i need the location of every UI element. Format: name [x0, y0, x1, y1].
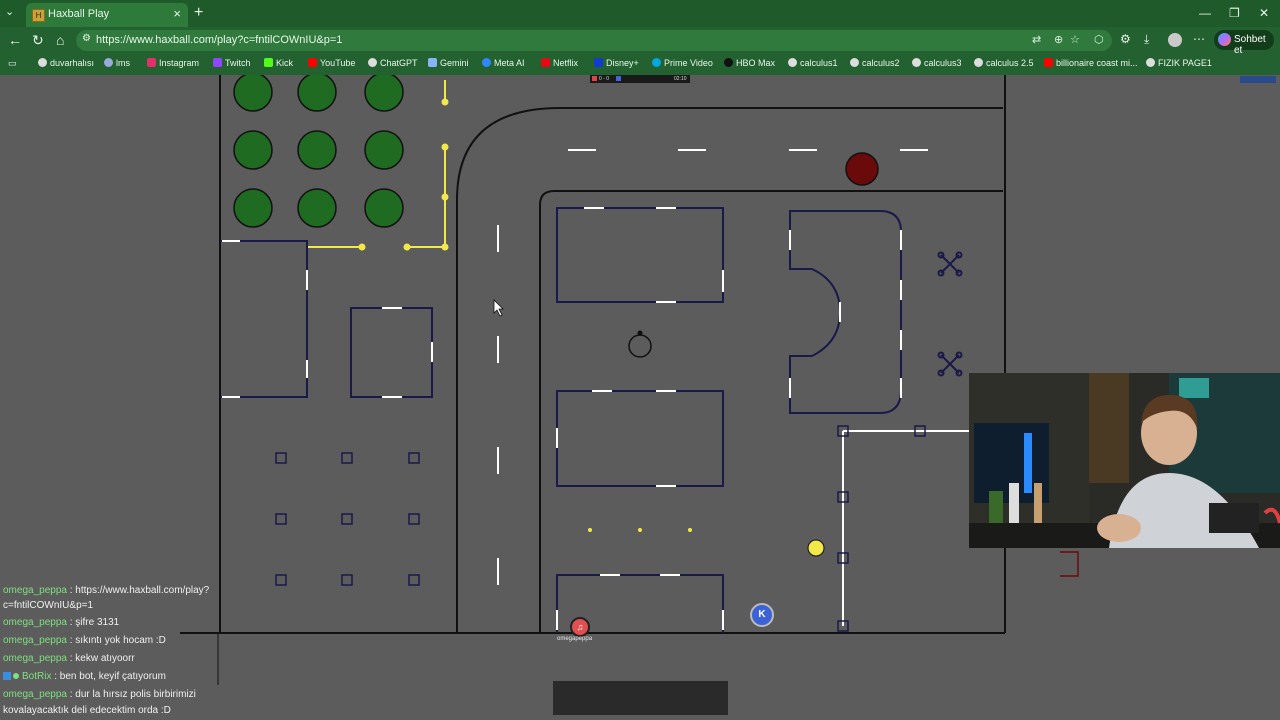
- webcam-overlay: [969, 373, 1280, 548]
- bookmark-calculus2[interactable]: calculus2: [850, 58, 900, 68]
- url-text: https://www.haxball.com/play?c=fntilCOWn…: [96, 34, 343, 46]
- site-info-icon[interactable]: ⚙: [82, 33, 91, 44]
- chat-message: BotRix : ben bot, keyif çatıyorum: [3, 669, 166, 686]
- chat-message: omega_peppa : sıkıntı yok hocam :D: [3, 635, 166, 646]
- tab-list-chevron-icon[interactable]: ⌄: [5, 5, 14, 18]
- bookmark-meta-ai[interactable]: Meta AI: [482, 58, 525, 68]
- time-text: 02:10: [674, 76, 687, 82]
- blue-player-disc: K: [750, 603, 774, 627]
- bookmark-chatgpt[interactable]: ChatGPT: [368, 58, 418, 68]
- avatar[interactable]: [1168, 33, 1182, 47]
- bookmark-calculus3[interactable]: calculus3: [912, 58, 962, 68]
- extensions-icon[interactable]: ⬡: [1094, 33, 1104, 46]
- minimize-icon[interactable]: —: [1199, 6, 1211, 20]
- reading-list-icon[interactable]: ▭: [8, 58, 17, 69]
- settings-icon[interactable]: ⚙: [1120, 32, 1131, 46]
- chat-button[interactable]: Sohbet et: [1214, 30, 1274, 56]
- bookmark-kick[interactable]: Kick: [264, 58, 293, 68]
- menu-button[interactable]: [1240, 76, 1276, 83]
- bookmark-hbo-max[interactable]: HBO Max: [724, 58, 775, 68]
- zoom-icon[interactable]: ⊕: [1054, 33, 1063, 46]
- tab-haxball[interactable]: H Haxball Play ×: [26, 3, 188, 27]
- chat-message: kovalayacaktık deli edecektim orda :D: [3, 705, 171, 716]
- bookmark-billionaire-coast[interactable]: billionaire coast mi...: [1044, 58, 1138, 68]
- bot-badge-icon: [3, 672, 11, 680]
- bookmark-gemini[interactable]: Gemini: [428, 58, 469, 68]
- copilot-icon: [1218, 33, 1231, 46]
- haxball-icon: H: [32, 9, 45, 22]
- bookmark-youtube[interactable]: YouTube: [308, 58, 355, 68]
- new-tab-icon[interactable]: +: [194, 4, 203, 22]
- bookmark-prime-video[interactable]: Prime Video: [652, 58, 713, 68]
- close-tab-icon[interactable]: ×: [173, 6, 181, 21]
- bookmarks-bar: ▭ duvarhalısı lms Instagram Twitch Kick …: [0, 54, 1280, 75]
- tree-icons: [233, 75, 404, 228]
- back-icon[interactable]: ←: [8, 32, 22, 48]
- bookmark-calculus1[interactable]: calculus1: [788, 58, 838, 68]
- red-player-disc: ♫: [570, 617, 590, 637]
- scoreboard: 0 - 0 02:10: [590, 75, 690, 83]
- navigation-bar: ← ↻ ⌂ ⚙ https://www.haxball.com/play?c=f…: [0, 27, 1280, 56]
- tab-title: Haxball Play: [48, 8, 110, 20]
- bookmark-instagram[interactable]: Instagram: [147, 58, 199, 68]
- chat-message: omega_peppa : kekw atıyoorr: [3, 653, 135, 664]
- bookmark-fizik-page1[interactable]: FIZIK PAGE1: [1146, 58, 1212, 68]
- download-icon[interactable]: ⤓: [1144, 32, 1149, 47]
- red-ball: [845, 152, 879, 186]
- bookmark-duvarhalisi[interactable]: duvarhalısı: [38, 58, 94, 68]
- address-bar[interactable]: ⚙ https://www.haxball.com/play?c=fntilCO…: [76, 30, 1112, 51]
- tab-strip: ⌄ H Haxball Play × + — ❐ ✕: [0, 0, 1280, 27]
- reload-icon[interactable]: ↻: [32, 32, 44, 49]
- bookmark-calculus-2-5[interactable]: calculus 2.5: [974, 58, 1034, 68]
- more-menu-icon[interactable]: ⋯: [1193, 32, 1205, 46]
- home-icon[interactable]: ⌂: [56, 32, 64, 48]
- chat-button-label: Sohbet et: [1234, 34, 1266, 56]
- score-text: 0 - 0: [599, 76, 610, 82]
- chat-message: omega_peppa : dur la hırsız polis birbir…: [3, 689, 196, 700]
- chat-message: c=fntilCOWnIU&p=1: [3, 600, 94, 611]
- bookmark-lms[interactable]: lms: [104, 58, 130, 68]
- close-window-icon[interactable]: ✕: [1259, 6, 1269, 20]
- bookmark-netflix[interactable]: Netflix: [541, 58, 578, 68]
- bookmark-disney[interactable]: Disney+: [594, 58, 639, 68]
- game-chat-log[interactable]: [553, 681, 728, 715]
- verified-badge-icon: [13, 673, 19, 679]
- translate-icon[interactable]: ⇄: [1032, 33, 1041, 46]
- player-name-label: omegapeppa: [557, 636, 593, 642]
- maximize-icon[interactable]: ❐: [1229, 6, 1240, 20]
- chat-message: omega_peppa : şifre 3131: [3, 617, 120, 628]
- star-icon[interactable]: ☆: [1070, 33, 1080, 46]
- bookmark-twitch[interactable]: Twitch: [213, 58, 251, 68]
